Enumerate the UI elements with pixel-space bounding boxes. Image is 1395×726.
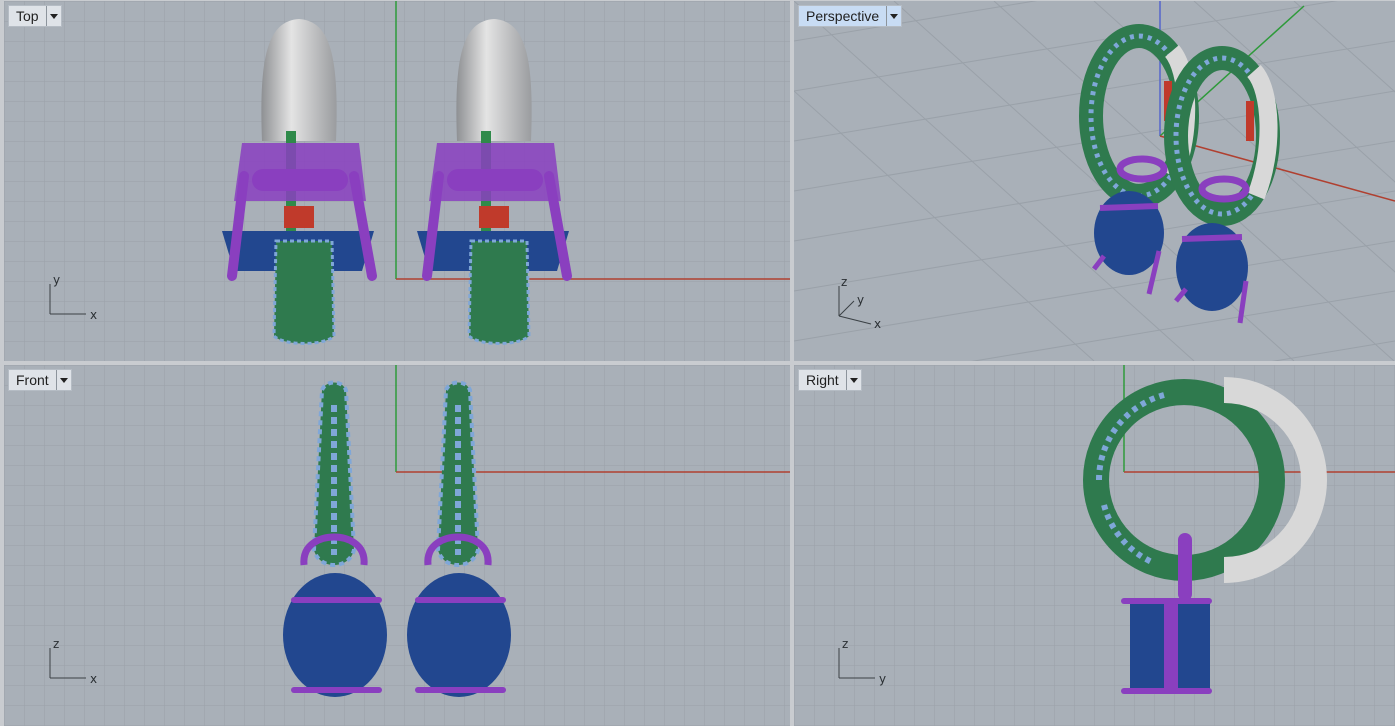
viewport-label-front: Front xyxy=(16,372,49,388)
viewport-label-top: Top xyxy=(16,8,39,24)
axis-label-y: y xyxy=(879,672,886,686)
perspective-view-canvas[interactable]: z y x xyxy=(794,1,1395,361)
viewport-right[interactable]: z y Right xyxy=(794,365,1395,726)
chevron-down-icon[interactable] xyxy=(55,370,71,390)
chevron-down-icon[interactable] xyxy=(845,370,861,390)
viewport-label-right: Right xyxy=(806,372,839,388)
viewport-title-right[interactable]: Right xyxy=(798,369,862,391)
right-view-canvas[interactable]: z y xyxy=(794,365,1395,726)
chevron-down-icon[interactable] xyxy=(886,6,901,26)
viewport-front[interactable]: z x Front xyxy=(4,365,790,726)
axis-label-x: x xyxy=(874,317,881,331)
viewport-label-perspective: Perspective xyxy=(806,8,880,24)
axis-label-y: y xyxy=(53,273,60,287)
viewport-top[interactable]: y x Top xyxy=(4,1,790,361)
axis-label-z: z xyxy=(841,275,847,289)
front-view-canvas[interactable]: z x xyxy=(4,365,790,726)
chevron-down-icon[interactable] xyxy=(45,6,61,26)
rhino-four-viewport-layout: y x Top z y x Perspective z x Front z y … xyxy=(0,0,1395,726)
top-view-canvas[interactable]: y x xyxy=(4,1,790,361)
viewport-title-top[interactable]: Top xyxy=(8,5,62,27)
axis-label-z: z xyxy=(842,637,848,651)
viewport-title-perspective[interactable]: Perspective xyxy=(798,5,903,27)
axis-label-z: z xyxy=(53,637,59,651)
viewport-perspective[interactable]: z y x Perspective xyxy=(794,1,1395,361)
axis-label-x: x xyxy=(90,308,97,322)
axis-label-x: x xyxy=(90,672,97,686)
axis-label-y: y xyxy=(857,293,864,307)
viewport-title-front[interactable]: Front xyxy=(8,369,72,391)
